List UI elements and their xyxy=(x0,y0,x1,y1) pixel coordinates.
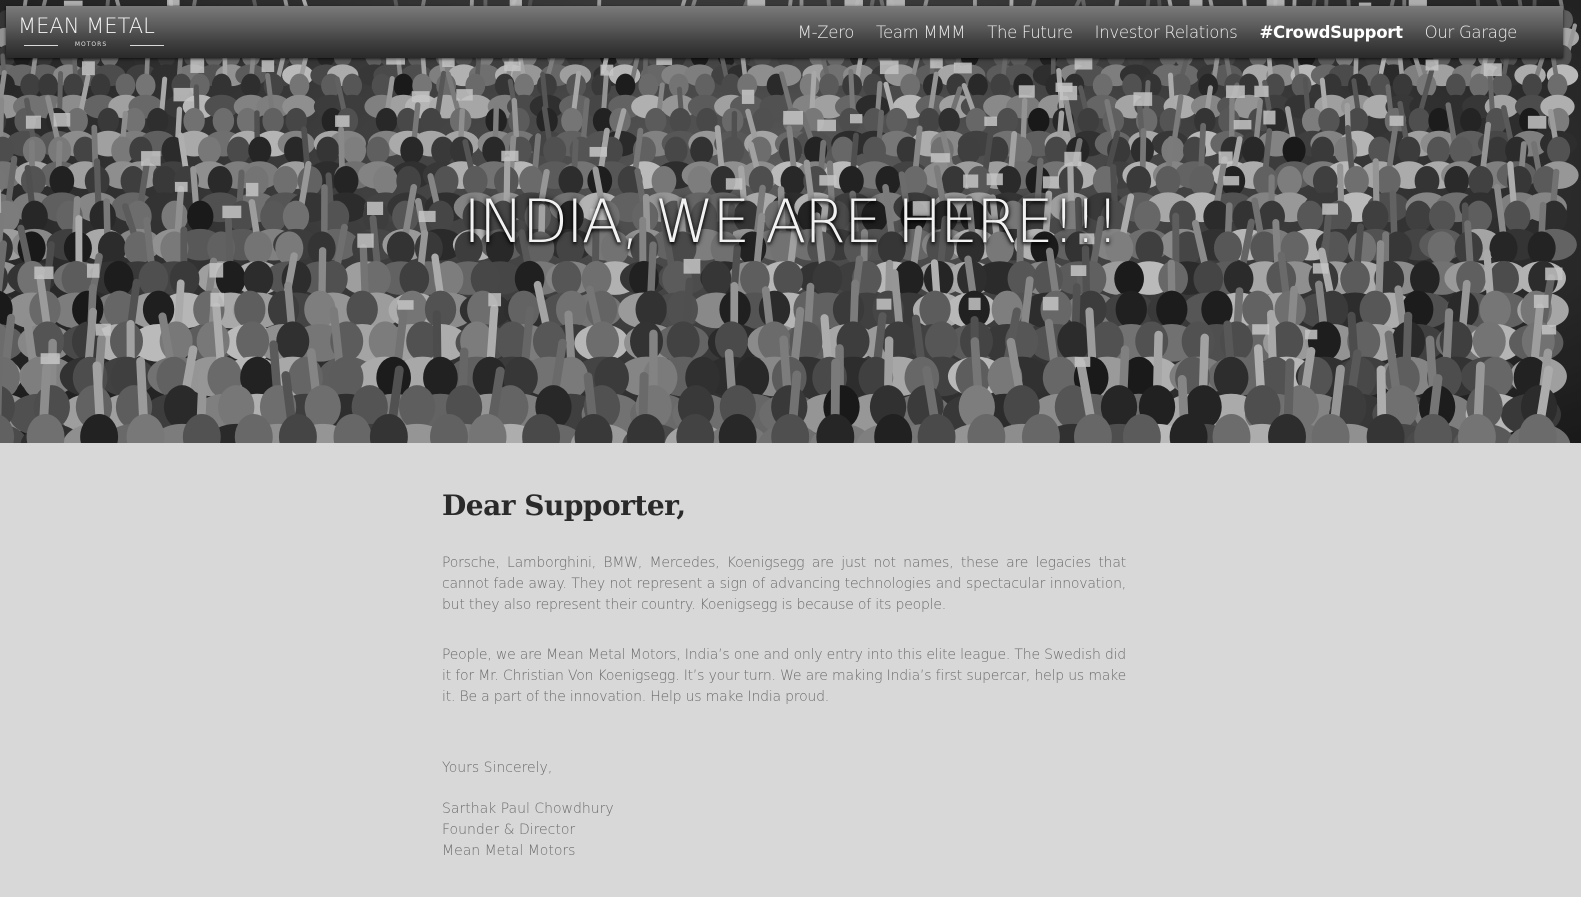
logo-subtext: MOTORS xyxy=(74,41,108,48)
nav-item-m-zero[interactable]: M-Zero xyxy=(798,23,855,42)
nav-item-team-mmm[interactable]: Team MMM xyxy=(876,23,965,42)
nav-item-the-future[interactable]: The Future xyxy=(987,23,1073,42)
nav-item-our-garage[interactable]: Our Garage xyxy=(1425,23,1518,42)
logo-text: MEAN METAL xyxy=(18,14,155,38)
letter-paragraph-2: People, we are Mean Metal Motors, India’… xyxy=(442,647,1126,705)
logo[interactable]: MEAN METAL MOTORS xyxy=(18,14,178,52)
signature-title: Founder & Director xyxy=(442,822,576,838)
nav-menu: M-Zero Team MMM The Future Investor Rela… xyxy=(776,6,1518,58)
signature-name: Sarthak Paul Chowdhury xyxy=(442,801,614,817)
navbar: MEAN METAL MOTORS M-Zero Team MMM The Fu… xyxy=(6,6,1563,58)
signature-block: Sarthak Paul Chowdhury Founder & Directo… xyxy=(442,799,614,862)
nav-item-investor-relations[interactable]: Investor Relations xyxy=(1095,23,1238,42)
letter: Dear Supporter, Porsche, Lamborghini, BM… xyxy=(442,484,1126,859)
logo-divider-left xyxy=(24,45,58,46)
signature-company: Mean Metal Motors xyxy=(442,843,576,859)
letter-greeting: Dear Supporter, xyxy=(442,489,686,522)
letter-paragraph-1: Porsche, Lamborghini, BMW, Mercedes, Koe… xyxy=(442,555,1126,613)
hero-banner: INDIA, WE ARE HERE!!! xyxy=(0,0,1581,443)
letter-closing: Yours Sincerely, xyxy=(442,760,553,776)
hero-title: INDIA, WE ARE HERE!!! xyxy=(463,187,1119,257)
nav-item-crowdsupport[interactable]: #CrowdSupport xyxy=(1259,23,1402,42)
logo-divider-right xyxy=(130,45,164,46)
page: INDIA, WE ARE HERE!!! MEAN METAL MOTORS … xyxy=(0,0,1581,897)
